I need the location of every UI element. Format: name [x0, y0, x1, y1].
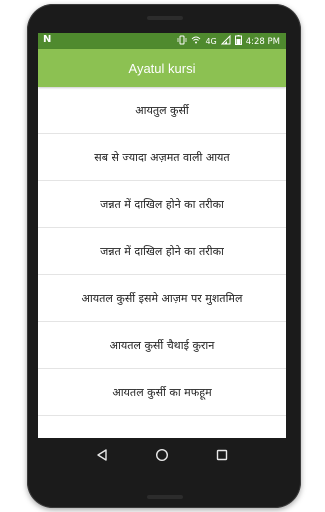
battery-icon [234, 35, 242, 49]
network-type-label: 4G [205, 37, 217, 46]
list-item-label: आयतल कुर्सी इसमे आज़म पर मुशतमिल [81, 291, 243, 305]
clock: 4:28 PM [245, 37, 280, 47]
list-item[interactable]: आयतुल कुर्सी [38, 87, 286, 134]
list-item[interactable]: जन्नत में दाखिल होने का तरीका [38, 228, 286, 275]
list-item[interactable]: आयतल कुर्सी चैथाई कुरान [38, 322, 286, 369]
status-bar: N 4G 4:28 PM [38, 33, 286, 49]
home-button[interactable] [154, 447, 170, 463]
list-item[interactable]: आयतल कुर्सी इसमे आज़म पर मुशतमिल [38, 275, 286, 322]
notification-icon: N [43, 34, 52, 45]
wifi-icon [191, 35, 201, 49]
app-screen: N 4G 4:28 PM Ayatul kursi आयतुल कुर्सी स… [38, 33, 286, 438]
recents-square-icon [216, 449, 228, 461]
list-item-label: आयतल कुर्सी चैथाई कुरान [109, 338, 215, 352]
list-item[interactable]: जन्नत में दाखिल होने का तरीका [38, 181, 286, 228]
status-icons: 4G 4:28 PM [177, 34, 280, 49]
back-button[interactable] [94, 447, 110, 463]
list-item-label: जन्नत में दाखिल होने का तरीका [100, 244, 224, 258]
signal-icon [220, 34, 231, 49]
vibrate-icon [177, 35, 187, 49]
back-triangle-icon [97, 449, 107, 461]
speaker-grill [147, 16, 183, 20]
list-item-label: आयतल कुर्सी का मफहूम [112, 385, 212, 399]
list-item-label: सब से ज्यादा अज़मत वाली आयत [94, 150, 230, 164]
list-item-label: आयतुल कुर्सी [135, 103, 189, 117]
navigation-bar [38, 438, 286, 472]
list-item-label: जन्नत में दाखिल होने का तरीका [100, 197, 224, 211]
recents-button[interactable] [214, 447, 230, 463]
list-item[interactable]: सब से ज्यादा अज़मत वाली आयत [38, 134, 286, 181]
app-bar: Ayatul kursi [38, 49, 286, 87]
topics-list: आयतुल कुर्सी सब से ज्यादा अज़मत वाली आयत… [38, 87, 286, 416]
app-title: Ayatul kursi [128, 60, 196, 76]
list-item[interactable]: आयतल कुर्सी का मफहूम [38, 369, 286, 416]
bottom-grill [147, 495, 183, 499]
home-circle-icon [155, 448, 169, 462]
